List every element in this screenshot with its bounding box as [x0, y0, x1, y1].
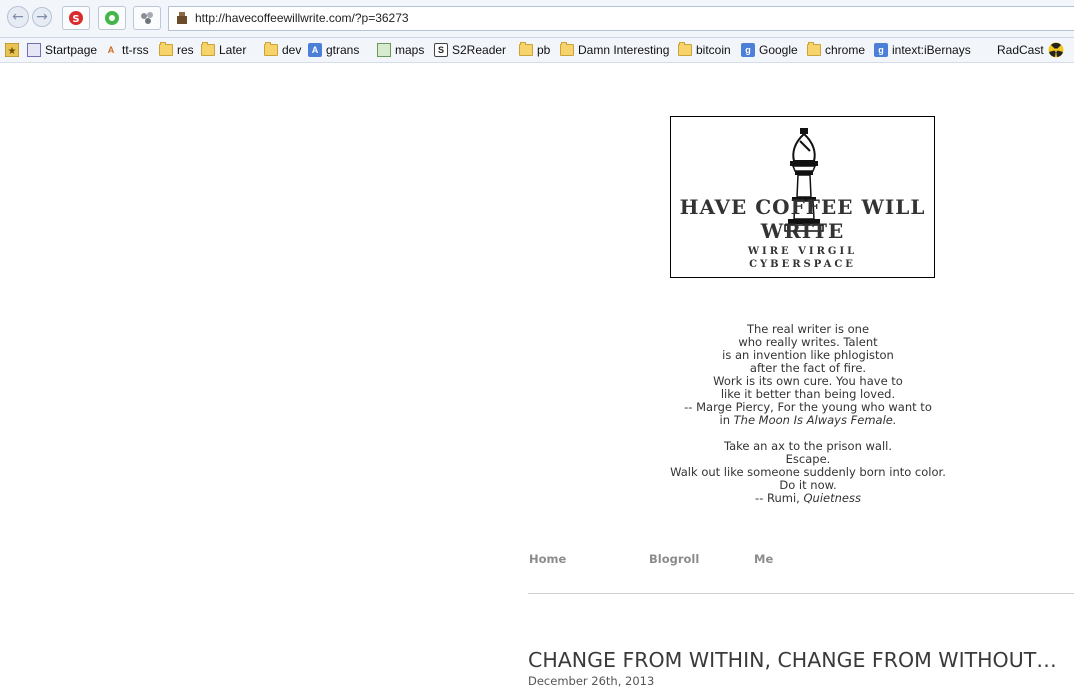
bookmark-folder-res[interactable]: res — [159, 42, 194, 58]
back-arrow-icon: ← — [12, 9, 24, 25]
bookmark-label: gtrans — [326, 43, 360, 57]
folder-icon — [807, 42, 821, 56]
quote-source-title: The Moon Is Always Female. — [733, 413, 897, 427]
bookmark-startpage[interactable]: Startpage — [27, 42, 97, 58]
bookmark-folder-bitcoin[interactable]: bitcoin — [678, 42, 731, 58]
folder-icon — [159, 42, 173, 56]
post-date: December 26th, 2013 — [528, 674, 655, 688]
bookmark-label: intext:iBernays — [892, 43, 971, 57]
bookmark-star-icon: ★ — [5, 43, 19, 57]
extension-button-share[interactable] — [133, 6, 161, 30]
bookmark-label: maps — [395, 43, 425, 57]
nav-blogroll-link[interactable]: Blogroll — [649, 552, 699, 566]
folder-icon — [201, 42, 215, 56]
folder-icon — [519, 42, 533, 56]
browser-toolbar: ← → S http://havecoffeewillwrite.com/?p=… — [0, 0, 1074, 38]
nav-divider — [528, 593, 1074, 594]
extension-button-refresh[interactable] — [98, 6, 126, 30]
quote-source-prefix: in — [719, 413, 734, 427]
folder-icon — [560, 42, 574, 56]
svg-text:★: ★ — [8, 46, 17, 57]
stop-s-icon: S — [69, 11, 83, 25]
forward-arrow-icon: → — [36, 9, 48, 25]
bookmark-label: dev — [282, 43, 302, 57]
bookmark-folder-later[interactable]: Later — [201, 42, 246, 58]
bookmark-folder-pb[interactable]: pb — [519, 42, 550, 58]
logo-subtitle-line: WIRE VIRGIL — [747, 246, 858, 257]
quote-attribution-source: in The Moon Is Always Female. — [620, 414, 996, 427]
bookmark-label: Google — [759, 43, 798, 57]
site-favicon-icon — [177, 12, 187, 24]
bookmark-label: Damn Interesting — [578, 43, 670, 57]
post-title[interactable]: CHANGE FROM WITHIN, CHANGE FROM WITHOUT… — [528, 648, 1057, 672]
bookmarks-menu-button[interactable]: ★ — [5, 42, 19, 58]
maps-icon — [377, 43, 391, 57]
extension-button-stumble[interactable]: S — [62, 6, 90, 30]
bookmark-tt-rss[interactable]: A tt-rss — [104, 42, 149, 58]
google-icon: g — [874, 43, 888, 57]
bookmark-s2reader[interactable]: S S2Reader — [434, 42, 506, 58]
folder-icon — [264, 42, 278, 56]
svg-text:S: S — [72, 14, 79, 25]
address-bar[interactable]: http://havecoffeewillwrite.com/?p=36273 — [168, 6, 1074, 31]
bookmark-label: S2Reader — [452, 43, 507, 57]
bookmark-maps[interactable]: maps — [377, 42, 424, 58]
translate-icon: A — [308, 43, 322, 57]
forward-button[interactable]: → — [32, 7, 52, 27]
bookmark-label: Startpage — [45, 43, 98, 57]
quote-source-title: Quietness — [803, 491, 861, 505]
green-gear-icon — [105, 11, 119, 25]
back-button[interactable]: ← — [7, 6, 29, 28]
quote-attribution: -- Rumi, Quietness — [620, 492, 996, 505]
bookmark-label: bitcoin — [696, 43, 731, 57]
quote-rumi: Take an ax to the prison wall. Escape. W… — [620, 440, 996, 505]
nav-home-link[interactable]: Home — [529, 552, 566, 566]
bookmark-label: chrome — [825, 43, 866, 57]
logo-subtitle-line: CYBERSPACE — [749, 259, 856, 270]
folder-icon — [678, 42, 692, 56]
quote-attribution-prefix: -- Rumi, — [755, 491, 804, 505]
bookmark-label: RadCast — [997, 43, 1044, 57]
site-logo[interactable]: HAVE COFFEE WILL WRITE WIRE VIRGIL CYBER… — [670, 116, 935, 278]
url-text: http://havecoffeewillwrite.com/?p=36273 — [195, 11, 409, 25]
bookmark-folder-dev[interactable]: dev — [264, 42, 301, 58]
bookmark-label: pb — [537, 43, 551, 57]
quote-piercy: The real writer is one who really writes… — [620, 323, 996, 427]
share-icon — [141, 12, 153, 24]
bookmark-label: tt-rss — [122, 43, 149, 57]
bookmarks-bar: ★ Startpage A tt-rss res Later dev A gtr… — [0, 38, 1074, 63]
bookmark-radcast[interactable]: RadCast — [997, 42, 1064, 58]
bookmark-gtrans[interactable]: A gtrans — [308, 42, 359, 58]
bookmark-folder-damn-interesting[interactable]: Damn Interesting — [560, 42, 669, 58]
startpage-icon — [27, 43, 41, 57]
bookmark-google[interactable]: g Google — [741, 42, 798, 58]
logo-title: HAVE COFFEE WILL WRITE — [679, 195, 926, 243]
logo-subtitle: WIRE VIRGIL CYBERSPACE — [671, 245, 934, 271]
bookmark-label: Later — [219, 43, 247, 57]
bookmark-folder-chrome[interactable]: chrome — [807, 42, 865, 58]
bookmark-label: res — [177, 43, 194, 57]
google-icon: g — [741, 43, 755, 57]
nav-me-link[interactable]: Me — [754, 552, 773, 566]
radiation-icon — [1048, 42, 1064, 58]
s2-icon: S — [434, 43, 448, 57]
bookmark-intext-ibernays[interactable]: g intext:iBernays — [874, 42, 971, 58]
rss-icon: A — [107, 45, 115, 55]
